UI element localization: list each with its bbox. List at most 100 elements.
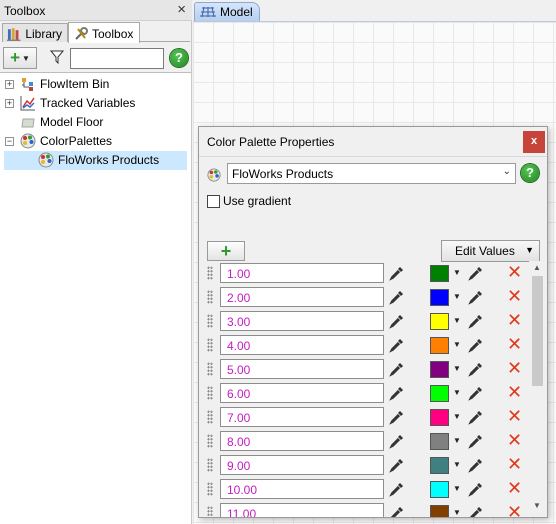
- color-eyedropper-icon[interactable]: [468, 505, 484, 517]
- value-eyedropper-icon[interactable]: [389, 481, 405, 497]
- chevron-down-icon[interactable]: ▼: [453, 316, 461, 325]
- dialog-title-bar[interactable]: Color Palette Properties x: [199, 127, 547, 157]
- tree-item-floworks-products[interactable]: FloWorks Products: [4, 151, 187, 170]
- color-eyedropper-icon[interactable]: [468, 385, 484, 401]
- drag-handle-icon[interactable]: [207, 266, 213, 280]
- drag-handle-icon[interactable]: [207, 386, 213, 400]
- value-eyedropper-icon[interactable]: [389, 313, 405, 329]
- delete-entry-icon[interactable]: ✕: [507, 406, 522, 427]
- delete-entry-icon[interactable]: ✕: [507, 286, 522, 307]
- chevron-down-icon[interactable]: ▼: [453, 412, 461, 421]
- color-eyedropper-icon[interactable]: [468, 361, 484, 377]
- drag-handle-icon[interactable]: [207, 506, 213, 517]
- entry-value-input[interactable]: 6.00: [220, 383, 384, 403]
- chevron-down-icon[interactable]: ▼: [453, 460, 461, 469]
- expand-icon[interactable]: +: [5, 99, 14, 108]
- chevron-down-icon[interactable]: ▼: [453, 364, 461, 373]
- chevron-down-icon[interactable]: ▼: [453, 436, 461, 445]
- scroll-down-icon[interactable]: ▼: [533, 501, 541, 510]
- chevron-down-icon[interactable]: ▼: [453, 508, 461, 517]
- tree-item-colorpalettes[interactable]: − ColorPalettes: [0, 132, 191, 151]
- drag-handle-icon[interactable]: [207, 410, 213, 424]
- add-entry-button[interactable]: +: [207, 241, 245, 261]
- entry-value-input[interactable]: 7.00: [220, 407, 384, 427]
- toolbox-close-icon[interactable]: ×: [177, 1, 186, 18]
- value-eyedropper-icon[interactable]: [389, 337, 405, 353]
- palette-select[interactable]: FloWorks Products ⌄: [227, 163, 516, 184]
- chevron-down-icon[interactable]: ▼: [453, 268, 461, 277]
- chevron-down-icon[interactable]: ▼: [453, 388, 461, 397]
- drag-handle-icon[interactable]: [207, 314, 213, 328]
- color-swatch[interactable]: [430, 313, 449, 330]
- scroll-up-icon[interactable]: ▲: [533, 263, 541, 272]
- entry-value-input[interactable]: 11.00: [220, 503, 384, 517]
- drag-handle-icon[interactable]: [207, 362, 213, 376]
- color-swatch[interactable]: [430, 385, 449, 402]
- drag-handle-icon[interactable]: [207, 434, 213, 448]
- delete-entry-icon[interactable]: ✕: [507, 334, 522, 355]
- drag-handle-icon[interactable]: [207, 338, 213, 352]
- drag-handle-icon[interactable]: [207, 290, 213, 304]
- use-gradient-checkbox[interactable]: [207, 195, 220, 208]
- color-swatch[interactable]: [430, 265, 449, 282]
- color-swatch[interactable]: [430, 409, 449, 426]
- color-eyedropper-icon[interactable]: [468, 433, 484, 449]
- drag-handle-icon[interactable]: [207, 482, 213, 496]
- tree-item-model-floor[interactable]: Model Floor: [0, 113, 191, 132]
- entry-value-input[interactable]: 9.00: [220, 455, 384, 475]
- dialog-help-icon[interactable]: ?: [521, 164, 539, 182]
- value-eyedropper-icon[interactable]: [389, 409, 405, 425]
- value-eyedropper-icon[interactable]: [389, 433, 405, 449]
- color-swatch[interactable]: [430, 361, 449, 378]
- tree-item-tracked-variables[interactable]: + Tracked Variables: [0, 94, 191, 113]
- value-eyedropper-icon[interactable]: [389, 289, 405, 305]
- color-swatch[interactable]: [430, 433, 449, 450]
- color-eyedropper-icon[interactable]: [468, 289, 484, 305]
- value-eyedropper-icon[interactable]: [389, 361, 405, 377]
- entry-value-input[interactable]: 4.00: [220, 335, 384, 355]
- edit-values-dropdown[interactable]: Edit Values ▼: [441, 240, 540, 262]
- tab-library[interactable]: Library: [2, 23, 68, 42]
- color-swatch[interactable]: [430, 457, 449, 474]
- tab-toolbox[interactable]: Toolbox: [68, 22, 140, 43]
- toolbox-help-icon[interactable]: ?: [170, 49, 188, 67]
- delete-entry-icon[interactable]: ✕: [507, 382, 522, 403]
- delete-entry-icon[interactable]: ✕: [507, 310, 522, 331]
- color-eyedropper-icon[interactable]: [468, 337, 484, 353]
- dialog-close-button[interactable]: x: [523, 131, 545, 153]
- chevron-down-icon[interactable]: ▼: [453, 340, 461, 349]
- value-eyedropper-icon[interactable]: [389, 385, 405, 401]
- color-swatch[interactable]: [430, 337, 449, 354]
- entry-value-input[interactable]: 1.00: [220, 263, 384, 283]
- entry-value-input[interactable]: 3.00: [220, 311, 384, 331]
- expand-icon[interactable]: +: [5, 80, 14, 89]
- color-eyedropper-icon[interactable]: [468, 313, 484, 329]
- entry-value-input[interactable]: 2.00: [220, 287, 384, 307]
- entry-value-input[interactable]: 10.00: [220, 479, 384, 499]
- value-eyedropper-icon[interactable]: [389, 505, 405, 517]
- tree-item-flowitem-bin[interactable]: + FlowItem Bin: [0, 75, 191, 94]
- delete-entry-icon[interactable]: ✕: [507, 430, 522, 451]
- add-item-button[interactable]: + ▼: [3, 47, 37, 69]
- delete-entry-icon[interactable]: ✕: [507, 478, 522, 499]
- drag-handle-icon[interactable]: [207, 458, 213, 472]
- entry-value-input[interactable]: 5.00: [220, 359, 384, 379]
- value-eyedropper-icon[interactable]: [389, 457, 405, 473]
- color-eyedropper-icon[interactable]: [468, 409, 484, 425]
- entry-value-input[interactable]: 8.00: [220, 431, 384, 451]
- delete-entry-icon[interactable]: ✕: [507, 262, 522, 283]
- color-swatch[interactable]: [430, 289, 449, 306]
- color-swatch[interactable]: [430, 481, 449, 498]
- color-swatch[interactable]: [430, 505, 449, 517]
- scrollbar-thumb[interactable]: [532, 276, 543, 386]
- tab-model[interactable]: Model: [194, 2, 260, 21]
- color-eyedropper-icon[interactable]: [468, 481, 484, 497]
- color-eyedropper-icon[interactable]: [468, 457, 484, 473]
- toolbox-filter-input[interactable]: [70, 48, 164, 69]
- value-eyedropper-icon[interactable]: [389, 265, 405, 281]
- collapse-icon[interactable]: −: [5, 137, 14, 146]
- delete-entry-icon[interactable]: ✕: [507, 454, 522, 475]
- delete-entry-icon[interactable]: ✕: [507, 358, 522, 379]
- chevron-down-icon[interactable]: ▼: [453, 292, 461, 301]
- entries-scrollbar[interactable]: ▲ ▼: [529, 261, 546, 517]
